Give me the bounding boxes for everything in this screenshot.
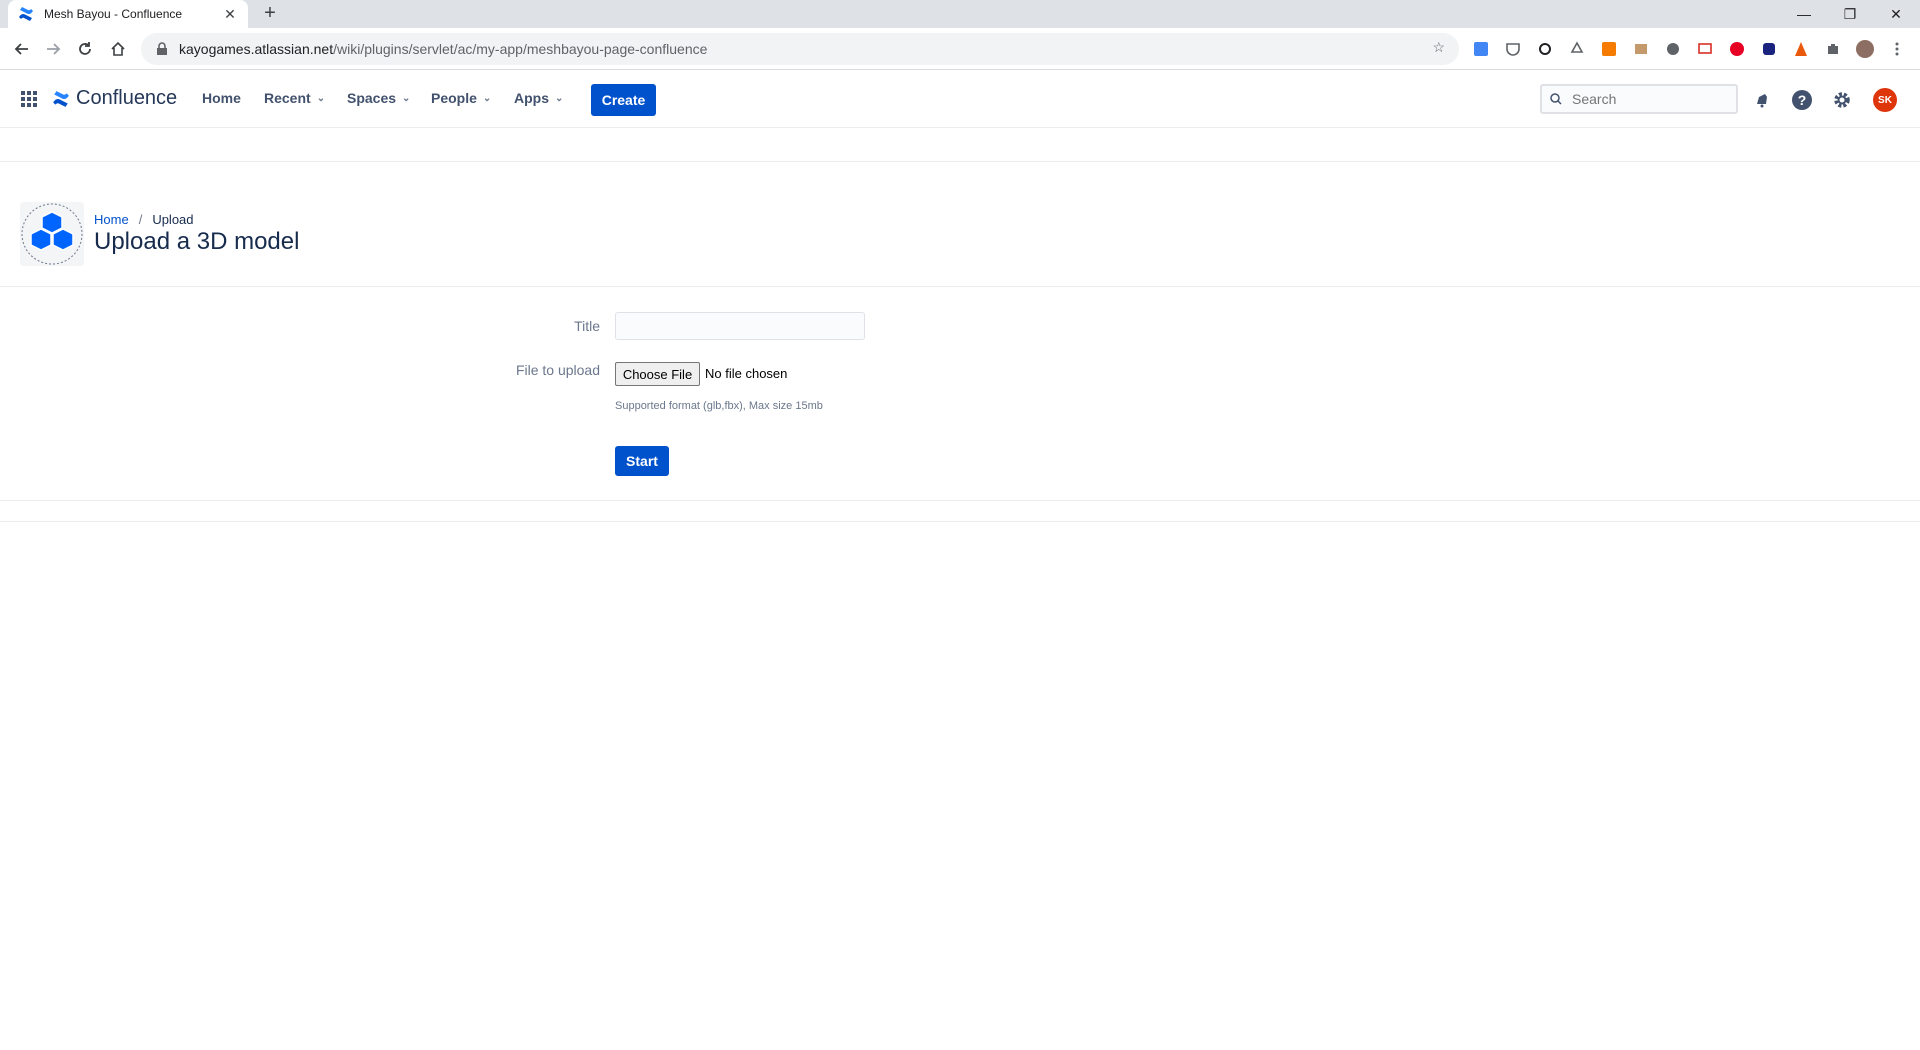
chevron-down-icon: ⌄ xyxy=(316,92,326,104)
screen-extension-icon[interactable] xyxy=(1695,39,1715,59)
forward-icon[interactable] xyxy=(41,37,65,61)
close-window-icon[interactable]: ✕ xyxy=(1873,0,1919,28)
space-icon[interactable] xyxy=(20,202,84,266)
nav-people[interactable]: People ⌄ xyxy=(431,90,491,106)
file-status: No file chosen xyxy=(705,366,788,381)
nav-recent-label: Recent xyxy=(264,90,311,106)
breadcrumb: Home / Upload xyxy=(94,212,194,227)
nav-home[interactable]: Home xyxy=(202,90,241,106)
url-path: /wiki/plugins/servlet/ac/my-app/meshbayo… xyxy=(333,41,708,57)
chevron-down-icon: ⌄ xyxy=(482,92,492,104)
search-icon xyxy=(1550,93,1562,105)
confluence-header: Confluence Home Recent ⌄ Spaces ⌄ People ⌄ … xyxy=(0,70,1920,128)
breadcrumb-home-link[interactable]: Home xyxy=(94,212,129,227)
nav-spaces-label: Spaces xyxy=(347,90,397,106)
breadcrumb-separator: / xyxy=(138,212,143,227)
title-label: Title xyxy=(574,318,600,334)
alert-extension-icon[interactable] xyxy=(1791,39,1811,59)
bookmark-star-icon[interactable]: ☆ xyxy=(1432,39,1445,56)
browser-toolbar: kayogames.atlassian.net/wiki/plugins/ser… xyxy=(0,28,1920,70)
nav-spaces[interactable]: Spaces ⌄ xyxy=(347,90,410,106)
close-tab-icon[interactable]: ✕ xyxy=(222,6,238,23)
breadcrumb-current[interactable]: Upload xyxy=(152,212,193,227)
minimize-icon[interactable]: — xyxy=(1781,0,1827,28)
nav-apps[interactable]: Apps ⌄ xyxy=(514,90,563,106)
divider xyxy=(0,161,1920,162)
tab-title: Mesh Bayou - Confluence xyxy=(44,7,183,21)
start-button[interactable]: Start xyxy=(615,446,669,476)
title-input[interactable] xyxy=(615,312,865,340)
divider xyxy=(0,521,1920,522)
back-icon[interactable] xyxy=(10,37,34,61)
browser-tab[interactable]: Mesh Bayou - Confluence ✕ xyxy=(8,0,248,28)
svg-text:?: ? xyxy=(1798,92,1807,108)
page-title: Upload a 3D model xyxy=(94,228,300,255)
divider xyxy=(0,286,1920,287)
bookmark-extension-icon[interactable] xyxy=(1759,39,1779,59)
nav-home-label: Home xyxy=(202,90,241,106)
address-bar[interactable]: kayogames.atlassian.net/wiki/plugins/ser… xyxy=(141,33,1459,65)
pocket-extension-icon[interactable] xyxy=(1503,39,1523,59)
nav-apps-label: Apps xyxy=(514,90,549,106)
file-label: File to upload xyxy=(515,362,600,378)
browser-menu-icon[interactable] xyxy=(1887,39,1907,59)
notifications-icon[interactable] xyxy=(1750,88,1774,112)
cubes-icon xyxy=(21,203,83,265)
user-avatar[interactable]: SK xyxy=(1873,88,1897,112)
create-button[interactable]: Create xyxy=(591,84,656,116)
search-input[interactable] xyxy=(1570,90,1720,108)
search-box[interactable] xyxy=(1540,84,1738,114)
profile-avatar-icon[interactable] xyxy=(1855,39,1875,59)
lock-icon xyxy=(157,42,167,55)
choose-file-button[interactable]: Choose File xyxy=(615,362,700,386)
rss-extension-icon[interactable] xyxy=(1599,39,1619,59)
help-icon[interactable]: ? xyxy=(1790,88,1814,112)
package-extension-icon[interactable] xyxy=(1631,39,1651,59)
restore-icon[interactable]: ❐ xyxy=(1827,0,1873,28)
app-switcher-icon[interactable] xyxy=(20,90,38,108)
circle-extension-icon[interactable] xyxy=(1663,39,1683,59)
nav-people-label: People xyxy=(431,90,477,106)
translate-extension-icon[interactable] xyxy=(1471,39,1491,59)
confluence-favicon-icon xyxy=(19,7,33,21)
browser-tabstrip: Mesh Bayou - Confluence ✕ + — ❐ ✕ xyxy=(0,0,1920,28)
nav-recent[interactable]: Recent ⌄ xyxy=(264,90,325,106)
upload-hint: Supported format (glb,fbx), Max size 15m… xyxy=(615,400,823,412)
sync-extension-icon[interactable] xyxy=(1535,39,1555,59)
pinterest-extension-icon[interactable] xyxy=(1727,39,1747,59)
chevron-down-icon: ⌄ xyxy=(402,92,411,104)
confluence-logo-icon xyxy=(53,90,69,107)
extensions-puzzle-icon[interactable] xyxy=(1823,39,1843,59)
recycle-extension-icon[interactable] xyxy=(1567,39,1587,59)
url-domain: kayogames.atlassian.net xyxy=(179,41,334,57)
confluence-logo[interactable]: Confluence xyxy=(52,87,177,110)
settings-gear-icon[interactable] xyxy=(1830,88,1854,112)
home-icon[interactable] xyxy=(106,37,130,61)
reload-icon[interactable] xyxy=(73,37,97,61)
product-name: Confluence xyxy=(76,87,178,109)
divider xyxy=(0,500,1920,501)
new-tab-button[interactable]: + xyxy=(258,2,282,26)
chevron-down-icon: ⌄ xyxy=(555,92,564,104)
